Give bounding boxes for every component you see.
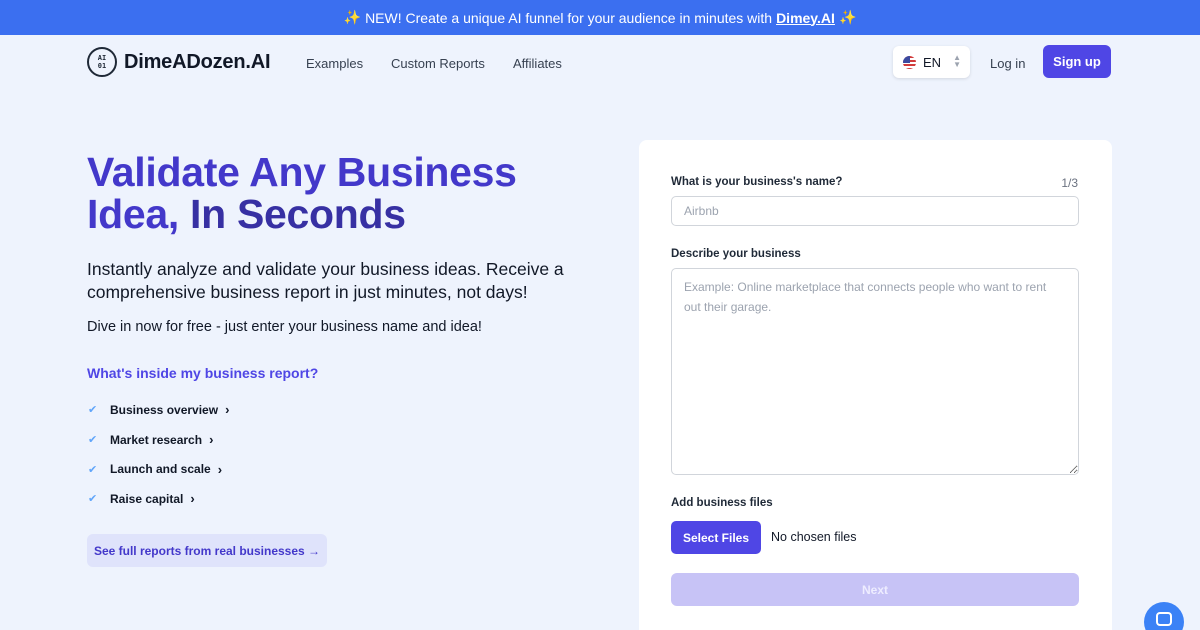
business-name-input[interactable] [671,196,1079,226]
list-item[interactable]: ✔ Raise capital › [88,484,229,514]
language-code: EN [923,54,942,70]
business-form-card: What is your business's name? 1/3 Descri… [639,140,1112,630]
chat-icon [1156,612,1172,626]
hero-title-line1: Validate Any Business [87,149,517,195]
chosen-files-status: No chosen files [771,530,857,544]
hero-title-accent: In Seconds [190,191,406,237]
describe-business-label: Describe your business [671,248,801,260]
checkmark-icon: ✔ [88,493,98,506]
step-indicator: 1/3 [1061,176,1078,190]
list-item-label: Business overview [110,402,219,417]
checkmark-icon: ✔ [88,404,98,417]
list-item[interactable]: ✔ Launch and scale › [88,454,229,484]
chevron-right-icon: › [190,491,195,507]
chevron-right-icon: › [225,402,230,418]
logo-mark-bottom: 01 [97,62,107,70]
announcement-banner: ✨ NEW! Create a unique AI funnel for you… [0,0,1200,35]
hero-subtitle-secondary: Dive in now for free - just enter your b… [87,319,482,335]
logo-icon: AI 01 [87,47,117,77]
chevron-right-icon: › [209,432,214,448]
list-item[interactable]: ✔ Business overview › [88,395,229,425]
language-selector[interactable]: EN ▲ ▼ [893,46,970,78]
checkmark-icon: ✔ [88,463,98,476]
next-button[interactable]: Next [671,573,1079,606]
us-flag-icon [903,55,916,69]
nav-link-examples[interactable]: Examples [306,56,363,71]
business-files-label: Add business files [671,497,773,509]
dimey-ai-link[interactable]: Dimey.AI [776,10,835,26]
logo-text: DimeADozen.AI [124,50,271,73]
list-item-label: Raise capital [110,491,184,506]
chevron-updown-icon: ▲ ▼ [953,53,961,69]
logo[interactable]: AI 01 DimeADozen.AI [87,47,271,77]
hero-title: Validate Any Business Idea, In Seconds [87,151,607,235]
sparkle-icon: ✨ [343,9,362,25]
signup-button[interactable]: Sign up [1043,45,1111,78]
hero-subtitle: Instantly analyze and validate your busi… [87,259,564,302]
business-name-label: What is your business's name? [671,176,843,188]
report-contents-list: ✔ Business overview › ✔ Market research … [88,395,229,514]
describe-business-input[interactable] [671,268,1079,475]
select-files-button[interactable]: Select Files [671,521,761,554]
list-item[interactable]: ✔ Market research › [88,425,229,455]
hero-title-line2: Idea, [87,191,179,237]
chevron-right-icon: › [217,461,223,477]
full-reports-button[interactable]: See full reports from real businesses → [87,534,327,567]
logo-mark-top: AI [97,54,107,62]
sparkle-icon: ✨ [838,9,857,25]
chat-launcher-button[interactable] [1144,602,1184,630]
nav-link-custom-reports[interactable]: Custom Reports [391,56,485,71]
nav-link-affiliates[interactable]: Affiliates [513,56,562,71]
list-item-label: Launch and scale [110,462,211,477]
checkmark-icon: ✔ [88,434,98,447]
report-contents-heading: What's inside my business report? [87,365,319,381]
list-item-label: Market research [110,432,203,447]
top-nav: AI 01 DimeADozen.AI Examples Custom Repo… [0,35,1200,91]
banner-text: NEW! Create a unique AI funnel for your … [365,9,773,26]
login-link[interactable]: Log in [990,56,1025,71]
